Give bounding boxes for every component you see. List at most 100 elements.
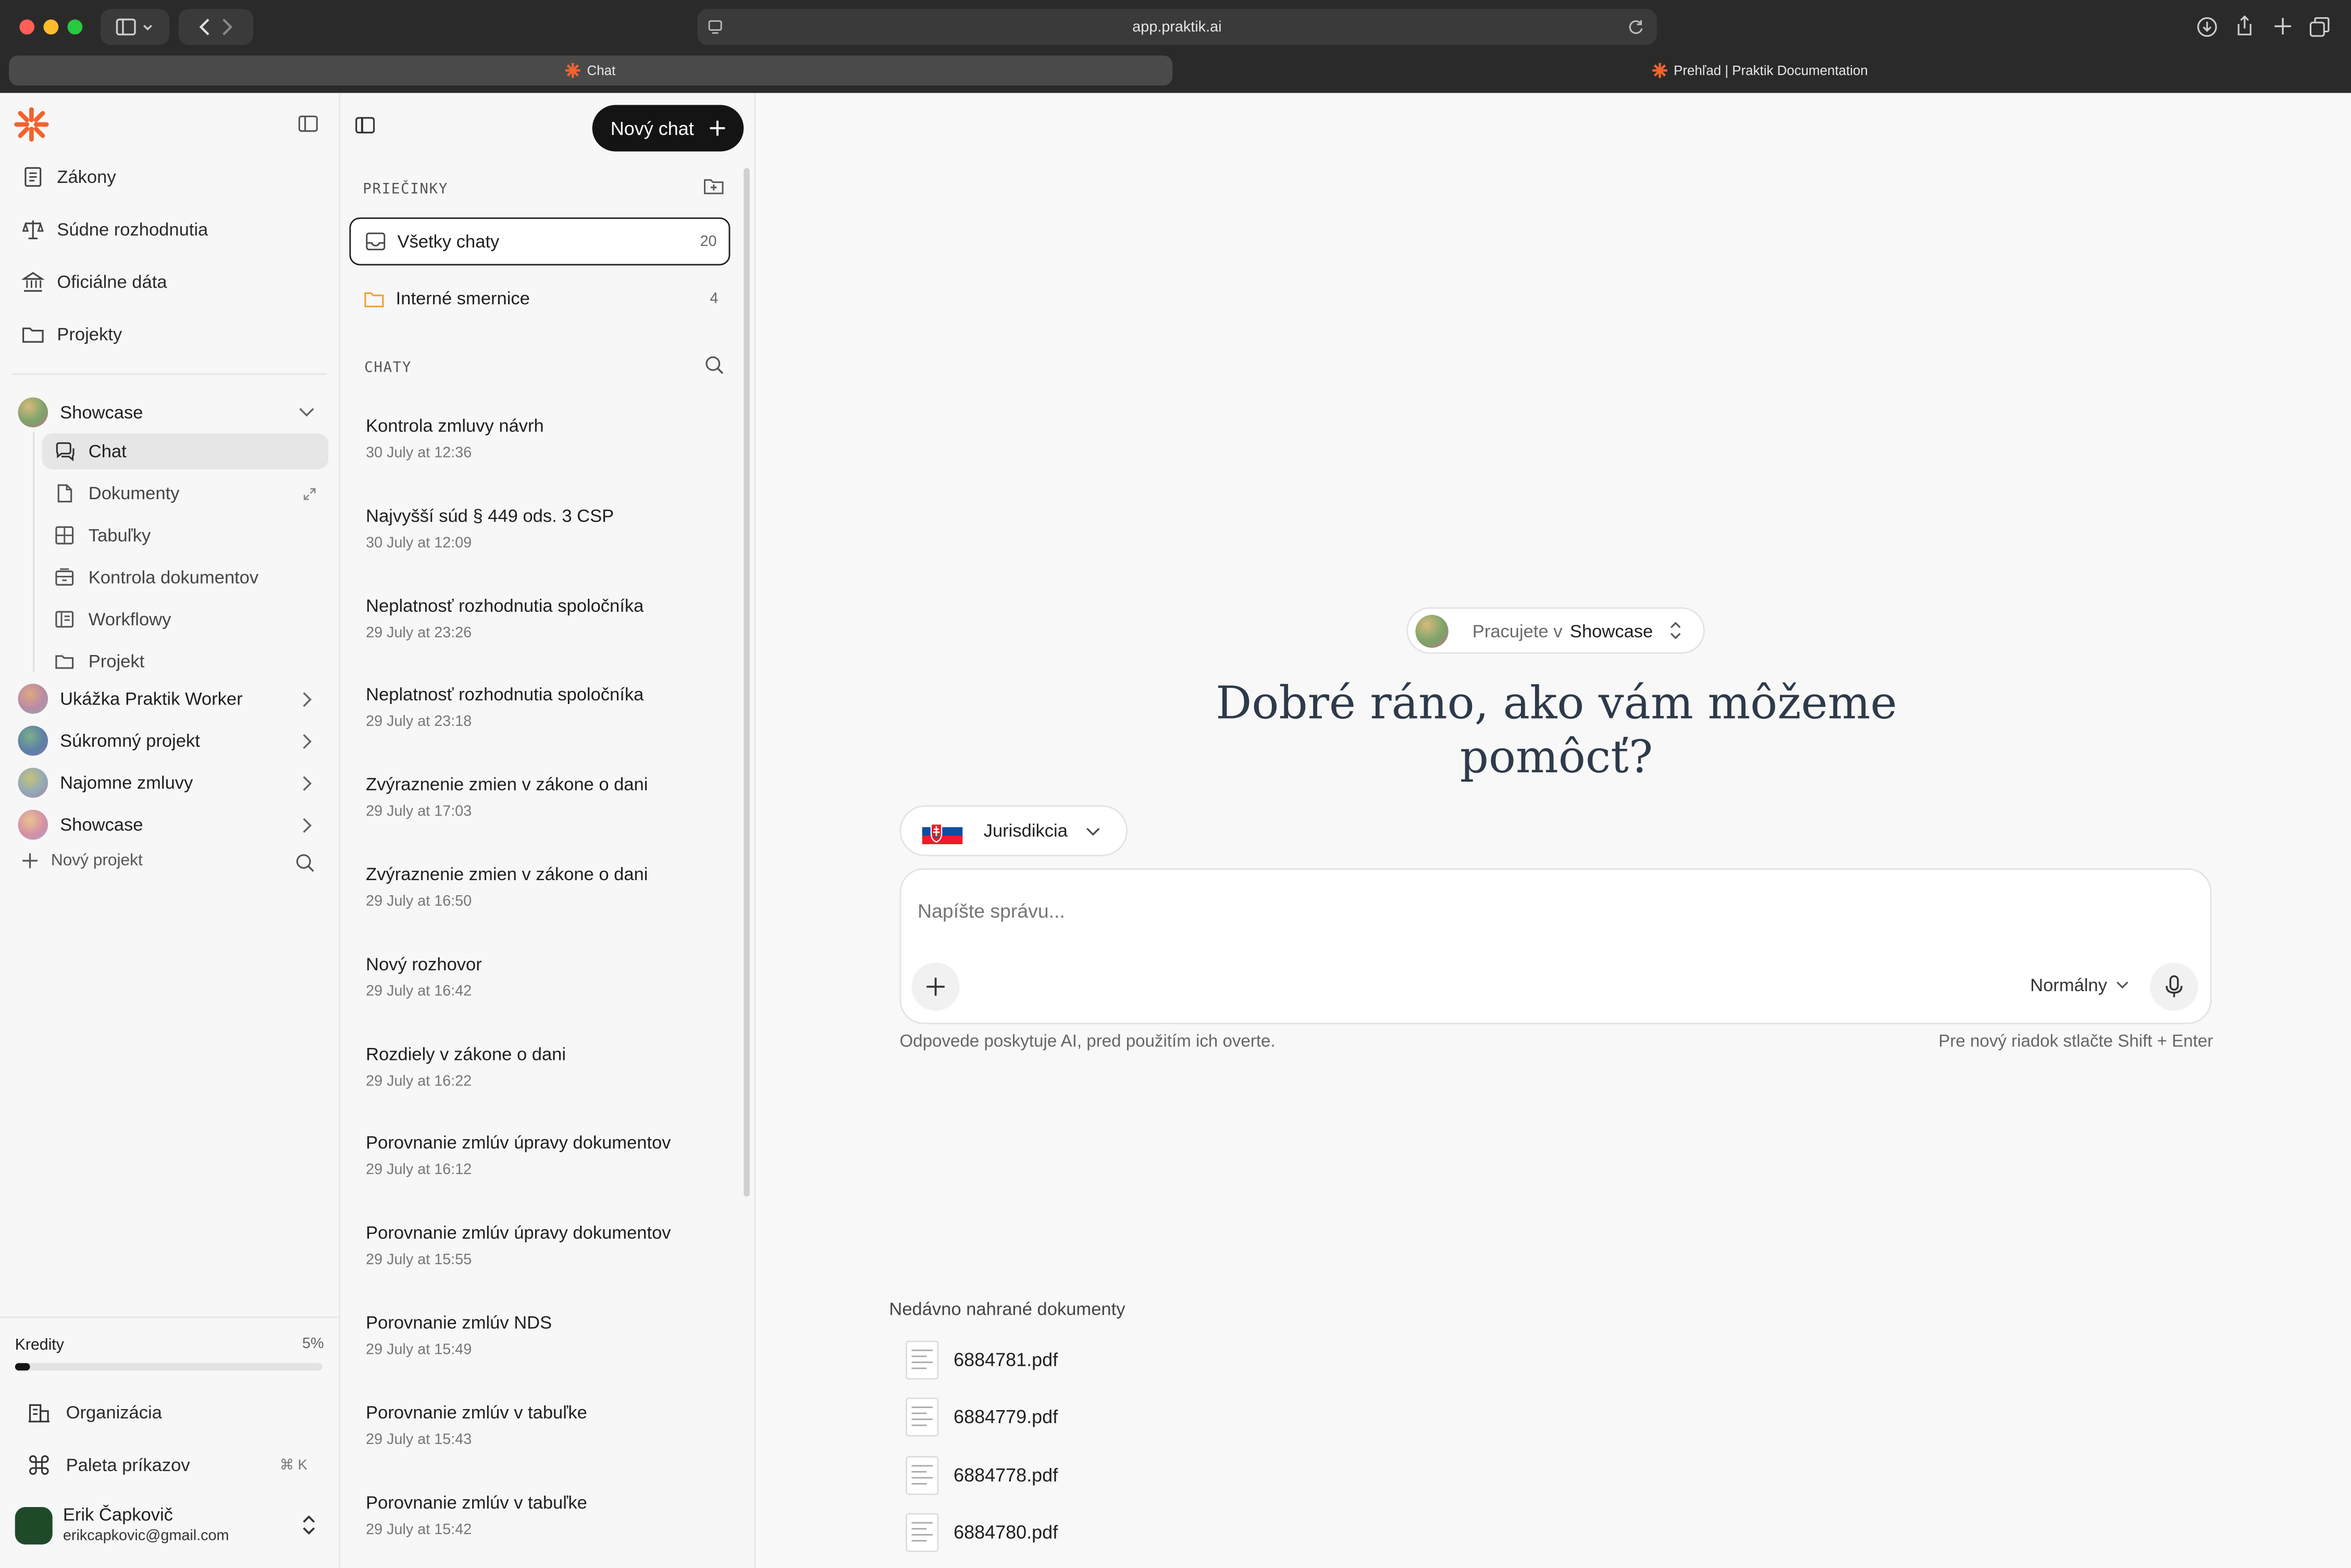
recent-doc-name: 6884779.pdf	[954, 1407, 1058, 1428]
chevron-up-down-icon	[1671, 622, 1681, 639]
project-sukromny-projekt[interactable]: Súkromný projekt	[18, 724, 326, 757]
recent-doc-item[interactable]: 6884778.pdf	[906, 1455, 1058, 1495]
chat-list-item[interactable]: Porovnanie zmlúv úpravy dokumentov 29 Jul…	[366, 1223, 726, 1269]
recent-doc-item[interactable]: 6884780.pdf	[906, 1513, 1058, 1552]
voice-input-button[interactable]	[2150, 962, 2198, 1011]
new-chat-button[interactable]: Nový chat	[592, 105, 744, 152]
project-avatar	[18, 725, 48, 756]
tab-documentation[interactable]: Prehľad | Praktik Documentation	[1179, 55, 2342, 85]
greeting-line-1: Dobré ráno, ako vám môžeme	[1216, 677, 1897, 731]
nav-projekty[interactable]: Projekty	[21, 323, 122, 347]
new-folder-icon[interactable]	[703, 177, 724, 195]
collapse-chat-list-icon[interactable]	[355, 117, 375, 133]
chat-list-scrollbar[interactable]	[744, 168, 750, 1197]
back-forward-group	[178, 9, 254, 45]
reload-icon[interactable]	[1627, 18, 1645, 36]
praktik-logo-icon[interactable]	[14, 106, 50, 142]
nav-zakony[interactable]: Zákony	[21, 165, 116, 189]
microphone-icon	[2166, 975, 2183, 997]
nav-organizacia[interactable]: Organizácia	[27, 1401, 162, 1425]
project-item-kontrola-dokumentov[interactable]: Kontrola dokumentov	[42, 559, 329, 595]
attach-button[interactable]	[911, 962, 960, 1011]
project-item-projekt[interactable]: Projekt	[42, 643, 329, 679]
forward-icon[interactable]	[216, 18, 237, 36]
nav-oficialne-data[interactable]: Oficiálne dáta	[21, 270, 167, 294]
project-najomne-zmluvy[interactable]: Najomne zmluvy	[18, 766, 326, 799]
minimize-window-button[interactable]	[43, 19, 59, 35]
browser-chrome: app.praktik.ai Chat Prehľad | Praktik Do…	[0, 0, 2351, 93]
sidebar-divider	[12, 373, 327, 375]
url-text: app.praktik.ai	[1132, 18, 1222, 35]
mode-selector[interactable]: Normálny	[2030, 974, 2130, 996]
chat-list-item[interactable]: Neplatnosť rozhodnutia spoločníka 29 July…	[366, 595, 726, 641]
chat-list-item[interactable]: Zvýraznenie zmien v zákone o dani 29 July…	[366, 863, 726, 910]
jurisdiction-selector[interactable]: Jurisdikcia	[899, 805, 1128, 857]
chat-list-item[interactable]: Porovnanie zmlúv NDS 29 July at 15:49	[366, 1312, 726, 1359]
project-showcase[interactable]: Showcase	[18, 808, 326, 841]
project-item-label: Workflowy	[88, 609, 171, 630]
scales-icon	[22, 220, 44, 240]
chat-list-item[interactable]: Nový rozhovor 29 July at 16:42	[366, 954, 726, 1000]
new-tab-icon[interactable]	[2273, 17, 2292, 36]
chat-timestamp: 29 July at 15:55	[366, 1252, 472, 1269]
chat-timestamp: 29 July at 16:42	[366, 983, 472, 1000]
chat-title: Porovnanie zmlúv v tabuľke	[366, 1491, 587, 1513]
praktik-favicon-icon	[1652, 63, 1668, 78]
user-avatar[interactable]	[15, 1507, 53, 1545]
chat-list-item[interactable]: Porovnanie zmlúv v tabuľke 29 July at 15:…	[366, 1491, 726, 1538]
chat-list-item[interactable]: Najvyšší súd § 449 ods. 3 CSP 30 July at …	[366, 505, 726, 551]
project-item-workflowy[interactable]: Workflowy	[42, 601, 329, 637]
nav-paleta-prikazov[interactable]: Paleta príkazov	[27, 1453, 190, 1477]
chevron-right-icon[interactable]	[301, 692, 312, 708]
recent-doc-item[interactable]: 6884779.pdf	[906, 1398, 1058, 1437]
chat-list-item[interactable]: Neplatnosť rozhodnutia spoločníka 29 July…	[366, 684, 726, 731]
project-item-chat[interactable]: Chat	[42, 433, 329, 470]
close-window-button[interactable]	[19, 19, 35, 35]
project-item-label: Dokumenty	[88, 483, 180, 504]
maximize-window-button[interactable]	[67, 19, 83, 35]
folder-all-chats[interactable]: Všetky chaty 20	[349, 217, 731, 266]
project-showcase-active[interactable]: Showcase	[18, 396, 326, 429]
search-chats-icon[interactable]	[704, 355, 724, 375]
nav-label: Paleta príkazov	[66, 1454, 190, 1476]
workspace-selector[interactable]: Pracujete v Showcase	[1406, 607, 1705, 654]
chat-list-item[interactable]: Rozdiely v zákone o dani 29 July at 16:22	[366, 1043, 726, 1090]
chevron-up-down-icon[interactable]	[301, 1513, 316, 1537]
downloads-icon[interactable]	[2197, 17, 2218, 38]
chat-title: Kontrola zmluvy návrh	[366, 415, 544, 437]
search-projects-icon[interactable]	[295, 853, 315, 872]
project-item-tabulky[interactable]: Tabuľky	[42, 517, 329, 553]
new-project-button[interactable]: Nový projekt	[21, 851, 143, 870]
nav-sudne-rozhodnutia[interactable]: Súdne rozhodnutia	[21, 217, 208, 241]
chat-list-item[interactable]: Porovnanie zmlúv úpravy dokumentov 29 Jul…	[366, 1133, 726, 1179]
chevron-right-icon[interactable]	[301, 817, 312, 834]
folder-interne-smernice[interactable]: Interné smernice 4	[349, 275, 730, 323]
user-email: erikcapkovic@gmail.com	[63, 1528, 229, 1545]
tab-chat[interactable]: Chat	[9, 55, 1173, 86]
chat-list-item[interactable]: Zvýraznenie zmien v zákone o dani 29 July…	[366, 774, 726, 820]
address-bar[interactable]: app.praktik.ai	[697, 9, 1657, 45]
page-settings-icon[interactable]	[706, 18, 724, 36]
jurisdiction-label: Jurisdikcia	[983, 820, 1068, 842]
recent-doc-item[interactable]: 6884781.pdf	[906, 1340, 1058, 1380]
tab-overview-icon[interactable]	[2309, 17, 2330, 38]
chevron-right-icon[interactable]	[301, 733, 312, 750]
collapse-sidebar-icon[interactable]	[298, 115, 318, 132]
chat-timestamp: 29 July at 16:50	[366, 894, 472, 910]
chat-title: Neplatnosť rozhodnutia spoločníka	[366, 595, 644, 616]
new-project-label: Nový projekt	[51, 851, 143, 870]
pdf-thumbnail-icon	[906, 1513, 939, 1552]
expand-icon[interactable]	[303, 487, 316, 501]
sidebar-toggle-button[interactable]	[100, 9, 170, 45]
chat-list-item[interactable]: Porovnanie zmlúv v tabuľke 29 July at 15:…	[366, 1402, 726, 1448]
chevron-right-icon[interactable]	[301, 775, 312, 792]
project-avatar	[18, 809, 48, 840]
message-input[interactable]	[914, 892, 2181, 929]
chevron-down-icon[interactable]	[299, 406, 315, 418]
chat-list-item[interactable]: Kontrola zmluvy návrh 30 July at 12:36	[366, 415, 726, 462]
share-icon[interactable]	[2234, 15, 2255, 38]
project-item-dokumenty[interactable]: Dokumenty	[42, 475, 329, 511]
credits-bar	[15, 1363, 323, 1371]
project-ukazka-praktik-worker[interactable]: Ukážka Praktik Worker	[18, 682, 326, 715]
back-icon[interactable]	[195, 18, 216, 36]
